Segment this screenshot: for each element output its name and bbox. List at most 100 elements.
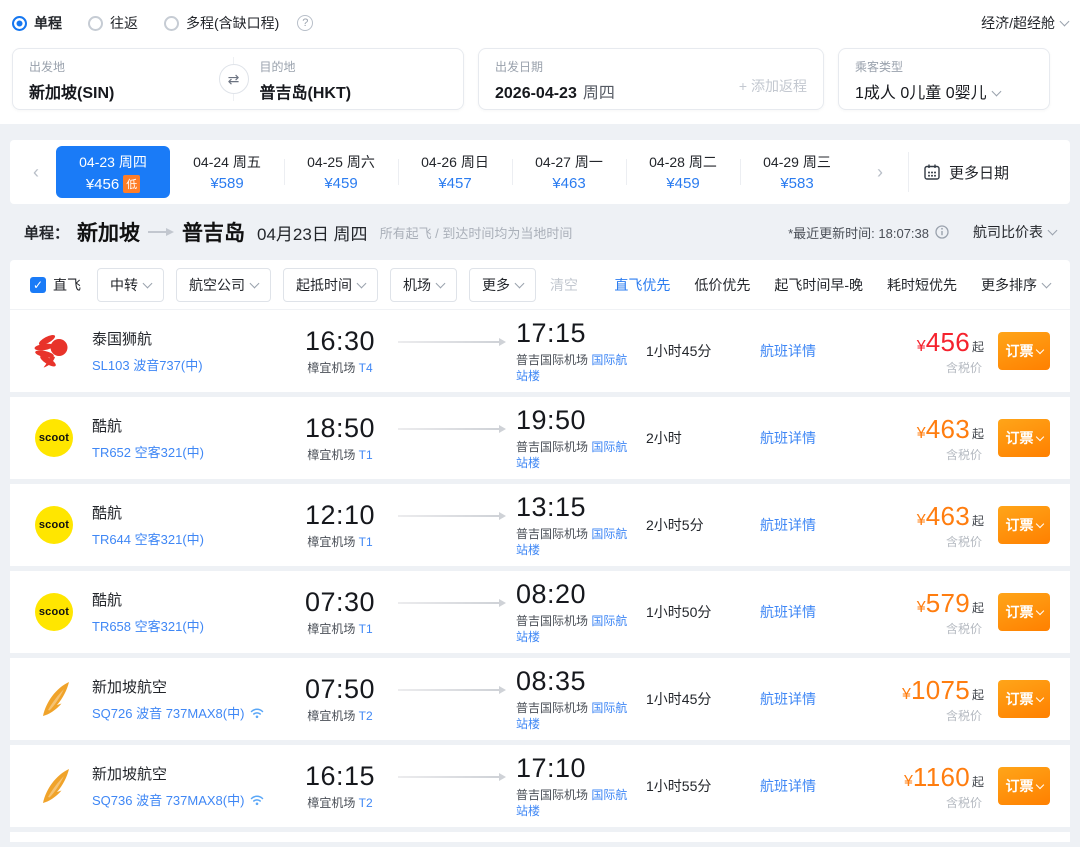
scoot-logo-icon: scoot: [35, 506, 73, 544]
radio-dot-icon: [12, 15, 27, 31]
chevron-down-icon: [1035, 780, 1044, 789]
departure-time: 16:30: [304, 325, 376, 356]
departure-airport: 樟宜机场 T1: [307, 534, 373, 549]
calendar-icon: [924, 164, 940, 180]
scoot-logo-icon: scoot: [35, 419, 73, 457]
sort-lowest-price[interactable]: 低价优先: [694, 275, 750, 295]
book-ticket-button[interactable]: 订票: [998, 680, 1050, 718]
date-tab-04-29[interactable]: 04-29 周三 ¥583: [740, 146, 854, 198]
filter-time[interactable]: 起抵时间: [283, 267, 378, 302]
sort-direct-first[interactable]: 直飞优先: [614, 275, 670, 295]
route-summary-bar: 单程： 新加坡 普吉岛 04月23日 周四 所有起飞 / 到达时间均为当地时间 …: [0, 204, 1080, 260]
flight-details-link[interactable]: 航班详情: [760, 515, 870, 535]
flight-code-aircraft[interactable]: TR658 空客321(中): [92, 616, 284, 635]
flight-details-link[interactable]: 航班详情: [760, 602, 870, 622]
book-ticket-button[interactable]: 订票: [998, 593, 1050, 631]
flight-duration: 1小时45分: [646, 343, 712, 359]
sort-departure-time[interactable]: 起飞时间早-晚: [774, 275, 863, 295]
airline-logo: [34, 679, 74, 719]
flight-code-aircraft[interactable]: SQ726 波音 737MAX8(中): [92, 703, 284, 722]
flight-details-link[interactable]: 航班详情: [760, 776, 870, 796]
filter-more[interactable]: 更多: [469, 267, 536, 302]
date-tab-04-27[interactable]: 04-27 周一 ¥463: [512, 146, 626, 198]
date-tab-04-28[interactable]: 04-28 周二 ¥459: [626, 146, 740, 198]
flight-details-link[interactable]: 航班详情: [760, 689, 870, 709]
arrival-airport: 普吉国际机场 国际航站楼: [516, 700, 628, 731]
date-tab-04-24[interactable]: 04-24 周五 ¥589: [170, 146, 284, 198]
radio-multi-city-label: 多程(含缺口程): [186, 15, 280, 31]
flight-path-arrow: [398, 512, 506, 520]
departure-airport: 樟宜机场 T1: [307, 621, 373, 636]
date-tab-date: 04-24 周五: [193, 154, 261, 170]
date-tab-price: ¥459: [324, 175, 358, 192]
date-tab-04-26[interactable]: 04-26 周日 ¥457: [398, 146, 512, 198]
radio-round-trip[interactable]: 往返: [88, 13, 138, 33]
filter-airport[interactable]: 机场: [390, 267, 457, 302]
flight-row-TR658: scoot 酷航 TR658 空客321(中) 07:30 樟宜机场 T1 08:20 普吉…: [10, 571, 1070, 653]
price: ¥456 起: [916, 326, 984, 357]
date-price-strip: ‹ 04-23 周四 ¥456 低 04-24 周五 ¥589 04-25 周六 ¥459 0…: [10, 140, 1070, 204]
wifi-icon: [251, 708, 264, 718]
flight-code-aircraft[interactable]: TR652 空客321(中): [92, 442, 284, 461]
flight-row-SQ726: 新加坡航空 SQ726 波音 737MAX8(中) 07:50 樟宜机场 T2 08:3…: [10, 658, 1070, 740]
passenger-type-box[interactable]: 乘客类型 1成人 0儿童 0婴儿: [838, 48, 1050, 110]
destination-value: 普吉岛(HKT): [259, 85, 352, 102]
arrival-airport: 普吉国际机场 国际航站楼: [516, 787, 628, 818]
swap-cities-button[interactable]: ⇄: [218, 64, 249, 94]
flight-row-SL103: 泰国狮航 SL103 波音737(中) 16:30 樟宜机场 T4 17:15 普吉国际机…: [10, 310, 1070, 392]
flight-path-arrow: [398, 686, 506, 694]
wifi-icon: [251, 795, 264, 805]
flight-code-aircraft[interactable]: SL103 波音737(中): [92, 355, 284, 374]
book-ticket-button[interactable]: 订票: [998, 332, 1050, 370]
info-icon[interactable]: [935, 225, 949, 239]
date-tab-price: ¥589: [210, 175, 244, 192]
date-tab-04-25[interactable]: 04-25 周六 ¥459: [284, 146, 398, 198]
prev-dates-button[interactable]: ‹: [16, 162, 56, 183]
date-tab-date: 04-28 周二: [649, 154, 717, 170]
departure-time: 12:10: [304, 499, 376, 530]
passenger-type-label: 乘客类型: [855, 60, 904, 74]
destination-field[interactable]: 目的地 普吉岛(HKT): [234, 49, 464, 109]
add-return-button[interactable]: + 添加返程: [739, 76, 807, 96]
clear-filters-button[interactable]: 清空: [550, 275, 578, 295]
cabin-class-select[interactable]: 经济/超经舱: [981, 13, 1070, 33]
airline-logo: [34, 331, 74, 371]
next-dates-button[interactable]: ›: [860, 162, 900, 183]
flight-code-aircraft[interactable]: SQ736 波音 737MAX8(中): [92, 790, 284, 809]
departure-time: 07:30: [304, 586, 376, 617]
arrival-airport: 普吉国际机场 国际航站楼: [516, 439, 628, 470]
sort-more[interactable]: 更多排序: [981, 275, 1052, 295]
filter-transfer[interactable]: 中转: [97, 267, 164, 302]
arrival-time: 08:20: [516, 578, 587, 609]
date-tab-04-23[interactable]: 04-23 周四 ¥456 低: [56, 146, 170, 198]
sort-options: 直飞优先 低价优先 起飞时间早-晚 耗时短优先 更多排序: [614, 275, 1052, 295]
book-ticket-button[interactable]: 订票: [998, 419, 1050, 457]
flight-duration: 2小时: [646, 430, 682, 446]
departure-airport: 樟宜机场 T2: [307, 795, 373, 810]
radio-one-way[interactable]: 单程: [12, 13, 62, 33]
more-dates-button[interactable]: 更多日期: [923, 162, 1023, 183]
radio-dot-icon: [164, 15, 179, 31]
airline-price-compare-button[interactable]: 航司比价表: [973, 222, 1058, 242]
depart-date-label: 出发日期: [495, 60, 544, 74]
flight-path-arrow: [398, 773, 506, 781]
book-ticket-button[interactable]: 订票: [998, 767, 1050, 805]
flight-code-aircraft[interactable]: TR644 空客321(中): [92, 529, 284, 548]
price: ¥579 起: [916, 587, 984, 618]
flight-duration: 1小时50分: [646, 604, 712, 620]
help-icon[interactable]: ?: [297, 15, 314, 31]
flight-row-SQ736: 新加坡航空 SQ736 波音 737MAX8(中) 16:15 樟宜机场 T2 17:1…: [10, 745, 1070, 827]
cabin-class-label: 经济/超经舱: [981, 15, 1055, 31]
origin-field[interactable]: 出发地 新加坡(SIN): [13, 49, 233, 109]
direct-flight-checkbox[interactable]: ✓: [30, 276, 46, 293]
sort-shortest-duration[interactable]: 耗时短优先: [887, 275, 957, 295]
flight-details-link[interactable]: 航班详情: [760, 341, 870, 361]
depart-date-box[interactable]: 出发日期 2026-04-23 周四 + 添加返程: [478, 48, 824, 110]
flight-details-link[interactable]: 航班详情: [760, 428, 870, 448]
radio-multi-city[interactable]: 多程(含缺口程): [164, 13, 279, 33]
book-ticket-button[interactable]: 订票: [998, 506, 1050, 544]
filter-airline[interactable]: 航空公司: [176, 267, 271, 302]
radio-one-way-label: 单程: [34, 15, 62, 31]
date-tab-date: 04-23 周四: [79, 153, 147, 170]
date-tab-date: 04-29 周三: [763, 154, 831, 170]
